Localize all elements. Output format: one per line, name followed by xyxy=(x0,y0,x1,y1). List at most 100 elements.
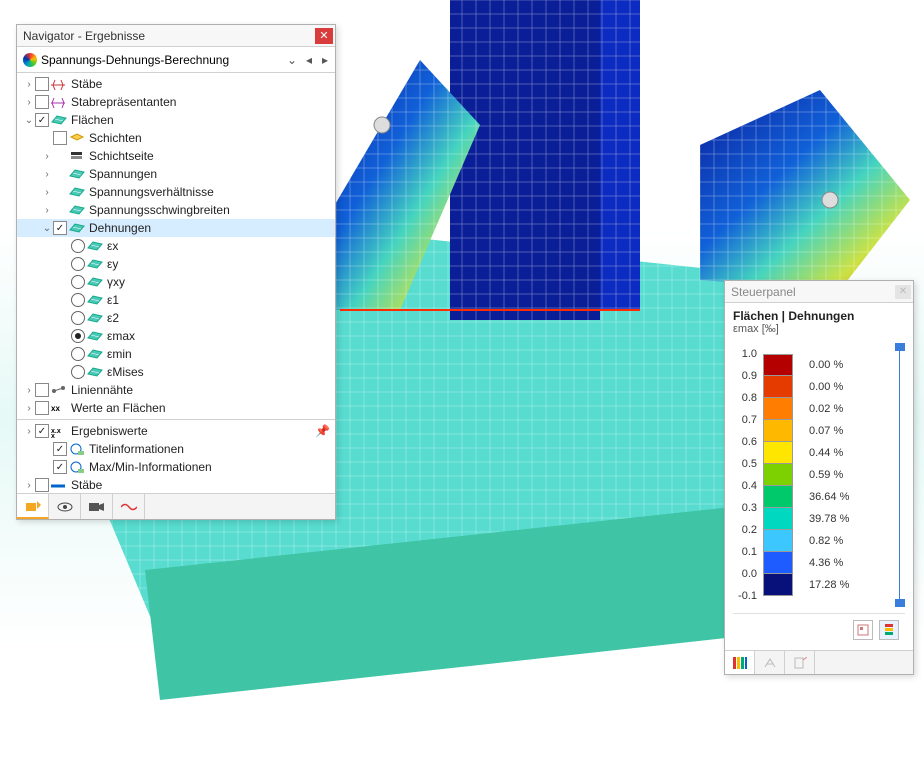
tree-item[interactable]: ›Stäbe xyxy=(17,476,335,493)
tab-views[interactable] xyxy=(49,494,81,519)
tree-checkbox[interactable] xyxy=(35,424,49,438)
tab-diagram[interactable] xyxy=(113,494,145,519)
tree-item[interactable]: ›Spannungsschwingbreiten xyxy=(17,201,335,219)
expander-icon[interactable]: › xyxy=(41,169,53,180)
control-titlebar[interactable]: Steuerpanel ✕ xyxy=(725,281,913,303)
tree-item[interactable]: Max/Min-Informationen xyxy=(17,458,335,476)
expander-icon[interactable]: › xyxy=(23,426,35,437)
tab-factors[interactable] xyxy=(755,651,785,674)
tab-results[interactable] xyxy=(17,494,49,519)
tree-checkbox[interactable] xyxy=(53,460,67,474)
tab-video[interactable] xyxy=(81,494,113,519)
tree-item-label: Stäbe xyxy=(71,77,102,91)
tree-checkbox[interactable] xyxy=(35,478,49,492)
result-selector-row: Spannungs-Dehnungs-Berechnung ⌄ ◂ ▸ xyxy=(17,47,335,73)
tree-item[interactable]: ⌄Flächen xyxy=(17,111,335,129)
chevron-down-icon[interactable]: ⌄ xyxy=(285,53,299,67)
tab-filter[interactable] xyxy=(785,651,815,674)
tree-checkbox[interactable] xyxy=(35,113,49,127)
tick-label: 0.7 xyxy=(733,409,757,431)
tree-item[interactable]: εmax xyxy=(17,327,335,345)
tree-item[interactable]: Schichten xyxy=(17,129,335,147)
layer-icon xyxy=(69,131,85,145)
beam2-icon xyxy=(51,95,67,109)
tree-radio[interactable] xyxy=(71,293,85,307)
tree-item[interactable]: › Stäbe xyxy=(17,75,335,93)
tree-item[interactable]: ›Stabrepräsentanten xyxy=(17,93,335,111)
tree-item[interactable]: εx xyxy=(17,237,335,255)
surf-icon xyxy=(87,329,103,343)
tree-item-label: Ergebniswerte xyxy=(71,424,148,438)
tree-item[interactable]: ›Liniennähte xyxy=(17,381,335,399)
tree-item-label: εmin xyxy=(107,347,132,361)
tree-item[interactable]: ›Spannungsverhältnisse xyxy=(17,183,335,201)
tree-radio[interactable] xyxy=(71,239,85,253)
beam3-icon xyxy=(51,478,67,492)
info-icon xyxy=(69,460,85,474)
navigator-titlebar[interactable]: Navigator - Ergebnisse ✕ xyxy=(17,25,335,47)
tree-radio[interactable] xyxy=(71,275,85,289)
tree-checkbox[interactable] xyxy=(53,221,67,235)
tree-item[interactable]: εmin xyxy=(17,345,335,363)
tree-checkbox[interactable] xyxy=(53,131,67,145)
percent-label: 0.02 % xyxy=(799,398,889,420)
expander-icon[interactable]: ⌄ xyxy=(41,223,53,234)
tree-radio[interactable] xyxy=(71,311,85,325)
tree-item[interactable]: ›x.xxErgebniswerte📌 xyxy=(17,422,335,440)
expander-icon[interactable]: › xyxy=(23,97,35,108)
tree-item[interactable]: εy xyxy=(17,255,335,273)
legend-percentages: 0.00 %0.00 %0.02 %0.07 %0.44 %0.59 %36.6… xyxy=(799,354,889,596)
tree-item[interactable]: ε1 xyxy=(17,291,335,309)
slider-handle-top[interactable] xyxy=(895,343,905,351)
tree-radio[interactable] xyxy=(71,347,85,361)
tree-item[interactable]: ›xxWerte an Flächen xyxy=(17,399,335,417)
surf-icon xyxy=(69,203,85,217)
tick-label: 0.3 xyxy=(733,497,757,519)
pin-icon[interactable]: 📌 xyxy=(315,424,329,438)
close-icon[interactable]: ✕ xyxy=(895,285,911,299)
next-icon[interactable]: ▸ xyxy=(319,53,331,67)
result-dropdown[interactable]: Spannungs-Dehnungs-Berechnung xyxy=(41,53,281,67)
results-tree[interactable]: › Stäbe ›Stabrepräsentanten⌄Flächen Schicht… xyxy=(17,73,335,493)
percent-label: 0.82 % xyxy=(799,530,889,552)
close-icon[interactable]: ✕ xyxy=(315,28,333,44)
surf-icon xyxy=(87,311,103,325)
tree-item-label: εx xyxy=(107,239,118,253)
slider-handle-bottom[interactable] xyxy=(895,599,905,607)
navigator-title: Navigator - Ergebnisse xyxy=(23,29,315,43)
percent-label: 17.28 % xyxy=(799,574,889,596)
tree-radio[interactable] xyxy=(71,257,85,271)
tree-checkbox[interactable] xyxy=(35,77,49,91)
range-slider[interactable] xyxy=(895,343,905,607)
tab-colors[interactable] xyxy=(725,651,755,674)
tree-item[interactable]: ›Schichtseite xyxy=(17,147,335,165)
tree-checkbox[interactable] xyxy=(53,442,67,456)
tree-checkbox[interactable] xyxy=(35,401,49,415)
percent-label: 0.59 % xyxy=(799,464,889,486)
toggle-legend-button[interactable] xyxy=(879,620,899,640)
tree-checkbox[interactable] xyxy=(35,95,49,109)
tree-item-label: Max/Min-Informationen xyxy=(89,460,212,474)
expander-icon[interactable]: › xyxy=(41,205,53,216)
tree-item[interactable]: εMises xyxy=(17,363,335,381)
tree-radio[interactable] xyxy=(71,365,85,379)
edit-scale-button[interactable] xyxy=(853,620,873,640)
tree-item[interactable]: ⌄Dehnungen xyxy=(17,219,335,237)
tree-item[interactable]: ε2 xyxy=(17,309,335,327)
tree-item-label: Schichten xyxy=(89,131,142,145)
tree-item[interactable]: ›Spannungen xyxy=(17,165,335,183)
tree-checkbox[interactable] xyxy=(35,383,49,397)
tree-item[interactable]: Titelinformationen xyxy=(17,440,335,458)
tree-item-label: εMises xyxy=(107,365,144,379)
tree-radio[interactable] xyxy=(71,329,85,343)
expander-icon[interactable]: › xyxy=(23,79,35,90)
prev-icon[interactable]: ◂ xyxy=(303,53,315,67)
expander-icon[interactable]: ⌄ xyxy=(23,115,35,126)
expander-icon[interactable]: › xyxy=(41,187,53,198)
expander-icon[interactable]: › xyxy=(23,385,35,396)
expander-icon[interactable]: › xyxy=(41,151,53,162)
color-swatch xyxy=(763,530,793,552)
expander-icon[interactable]: › xyxy=(23,480,35,491)
expander-icon[interactable]: › xyxy=(23,403,35,414)
tree-item[interactable]: γxy xyxy=(17,273,335,291)
